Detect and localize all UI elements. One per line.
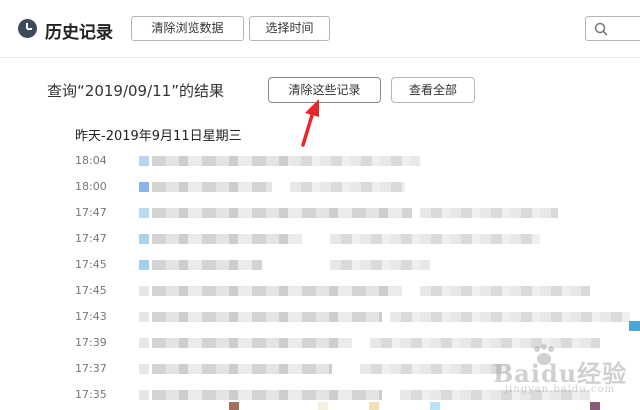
history-row[interactable]: 17:43 <box>0 306 640 332</box>
history-row-url-obscured <box>390 312 630 322</box>
clear-browsing-data-button[interactable]: 清除浏览数据 <box>131 16 244 41</box>
history-row-title-obscured[interactable] <box>152 390 382 400</box>
history-row-title-obscured[interactable] <box>152 364 332 374</box>
history-row-url-obscured <box>420 208 558 218</box>
history-row[interactable]: 17:45 <box>0 280 640 306</box>
history-row-favicon <box>139 260 149 270</box>
history-row-title-obscured[interactable] <box>152 234 302 244</box>
history-row-time: 17:45 <box>75 284 107 297</box>
page-title: 历史记录 <box>45 23 113 43</box>
history-row-favicon <box>139 208 149 218</box>
history-row-favicon <box>139 156 149 166</box>
list-item-favicon <box>590 402 600 410</box>
history-row[interactable]: 18:04 <box>0 150 640 176</box>
history-row-time: 17:39 <box>75 336 107 349</box>
history-row-favicon <box>139 338 149 348</box>
history-row-time: 18:00 <box>75 180 107 193</box>
history-row-favicon <box>139 364 149 374</box>
history-row-favicon <box>139 182 149 192</box>
history-row-title-obscured[interactable] <box>152 156 292 166</box>
history-row-title-obscured[interactable] <box>152 338 352 348</box>
list-item-favicon <box>229 402 239 410</box>
history-row-time: 17:35 <box>75 388 107 401</box>
history-row-url-obscured <box>360 364 510 374</box>
query-result-text: 查询“2019/09/11”的结果 <box>47 82 224 100</box>
search-icon <box>594 22 608 36</box>
list-item-favicon <box>430 402 440 410</box>
history-row[interactable]: 17:45 <box>0 254 640 280</box>
history-row-url-obscured <box>420 286 590 296</box>
date-heading: 昨天-2019年9月11日星期三 <box>75 129 242 144</box>
history-row-title-obscured[interactable] <box>152 208 412 218</box>
history-row-time: 17:47 <box>75 206 107 219</box>
history-row-url-obscured <box>330 234 540 244</box>
scroll-marker <box>629 321 640 331</box>
history-row-favicon <box>139 234 149 244</box>
watermark-subtext: jingyan.baidu.com <box>505 384 616 395</box>
history-row-time: 17:43 <box>75 310 107 323</box>
list-item-favicon <box>369 402 379 410</box>
history-row-favicon <box>139 312 149 322</box>
history-row[interactable]: 17:47 <box>0 202 640 228</box>
header-bar: 历史记录 清除浏览数据 选择时间 <box>0 0 640 58</box>
history-row-time: 18:04 <box>75 154 107 167</box>
clear-these-records-button[interactable]: 清除这些记录 <box>268 77 381 103</box>
history-row-url-obscured <box>290 182 405 192</box>
select-time-button[interactable]: 选择时间 <box>249 16 330 41</box>
history-row[interactable]: 18:00 <box>0 176 640 202</box>
view-all-button[interactable]: 查看全部 <box>391 77 475 103</box>
search-input[interactable] <box>585 16 640 41</box>
clock-icon <box>18 19 37 38</box>
history-row-title-obscured[interactable] <box>152 182 272 192</box>
list-item-favicon <box>318 402 328 410</box>
history-row-favicon <box>139 390 149 400</box>
history-row-title-obscured[interactable] <box>152 260 262 270</box>
history-row[interactable]: 17:47 <box>0 228 640 254</box>
history-row-favicon <box>139 286 149 296</box>
baidu-watermark: Baidu经验 jingyan.baidu.com <box>493 340 633 402</box>
history-row-title-obscured[interactable] <box>152 286 402 296</box>
history-row-title-obscured[interactable] <box>152 312 382 322</box>
history-row-url-obscured <box>290 156 420 166</box>
history-row-url-obscured <box>330 260 430 270</box>
history-row-time: 17:45 <box>75 258 107 271</box>
history-row-time: 17:47 <box>75 232 107 245</box>
history-row-time: 17:37 <box>75 362 107 375</box>
